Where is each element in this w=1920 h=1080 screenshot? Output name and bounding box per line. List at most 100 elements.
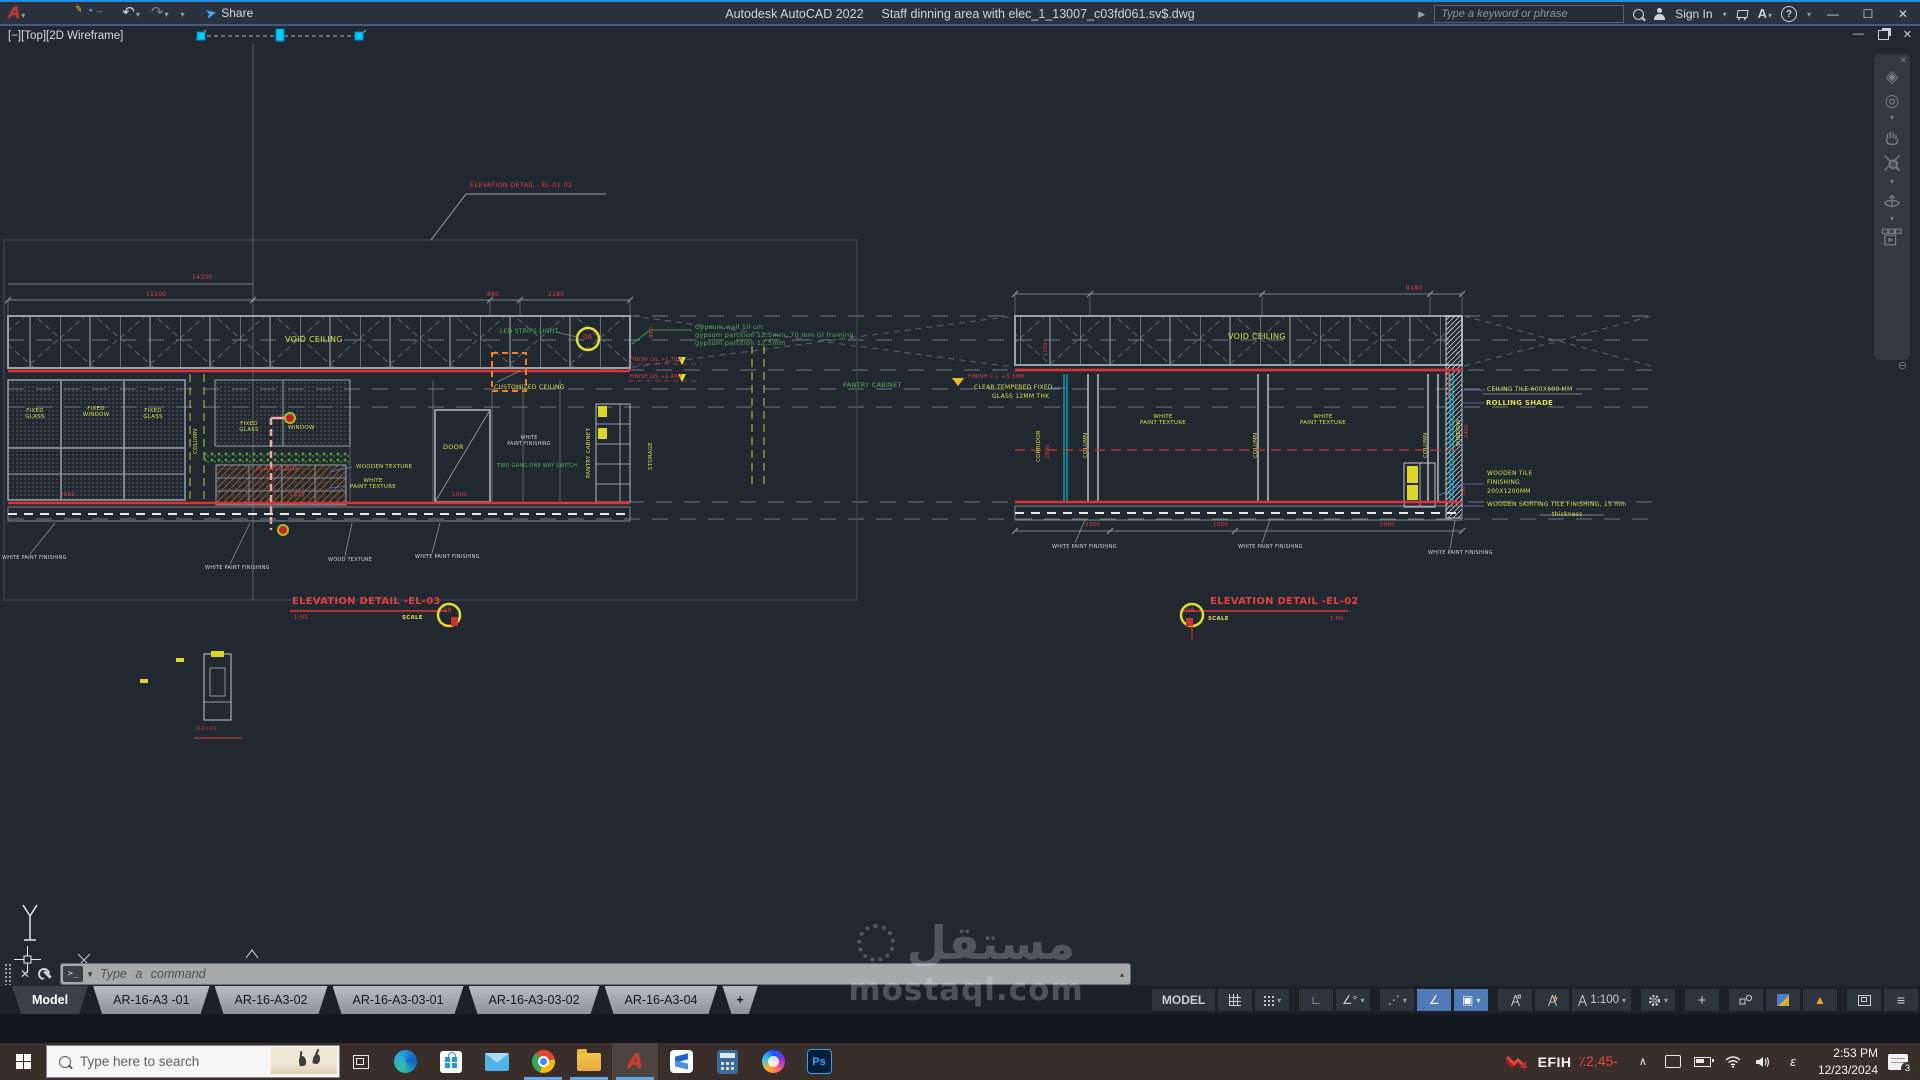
annotation-scale-button[interactable]: 1:100▾ [1572, 989, 1631, 1011]
qat-customize-button[interactable]: ▾ [179, 4, 184, 22]
search-icon[interactable] [1633, 9, 1644, 20]
undo-button[interactable]: ↶▾ [122, 4, 140, 22]
infocenter-arrow-icon[interactable]: ▶ [1418, 9, 1425, 20]
grid-icon [1229, 994, 1241, 1006]
graphics-performance-button[interactable]: ▲ [1803, 989, 1837, 1011]
taskbar-app-photoshop[interactable]: Ps [796, 1043, 842, 1080]
document-name: Staff dinning area with elec_1_13007_c03… [882, 7, 1195, 21]
orbit-caret-icon[interactable]: ▾ [1890, 217, 1894, 222]
annotation-monitor-button[interactable]: + [1685, 989, 1719, 1011]
annotation-visibility-button[interactable] [1498, 989, 1532, 1011]
command-customize-wrench-icon[interactable] [38, 968, 51, 981]
navbar-close-icon[interactable]: ✕ [1899, 55, 1907, 66]
photoshop-icon: Ps [807, 1049, 832, 1074]
hardware-acceleration-button[interactable] [1766, 989, 1800, 1011]
command-bar[interactable]: >_ ▼ Type a command ▴ [61, 964, 1130, 984]
polar-tracking-button[interactable]: ∠°▾ [1336, 989, 1370, 1011]
layout-tab-ar-16-a3-01[interactable]: AR-16-A3 -01 [93, 986, 209, 1014]
model-space-button[interactable]: MODEL [1152, 989, 1215, 1011]
annotation-autoscale-button[interactable] [1535, 989, 1569, 1011]
orbit-icon[interactable] [1882, 192, 1902, 210]
clean-screen-button[interactable] [1847, 989, 1881, 1011]
sign-in-button[interactable]: Sign In [1675, 7, 1712, 21]
otrack-button[interactable]: ∠ [1417, 989, 1451, 1011]
taskbar-app-file-explorer[interactable] [566, 1043, 612, 1080]
wifi-icon[interactable] [1721, 1056, 1745, 1068]
pan-hand-icon[interactable] [1882, 128, 1902, 146]
command-recent-caret-icon[interactable]: ▼ [86, 970, 94, 979]
taskbar-clock[interactable]: 2:53 PM 12/23/2024 [1808, 1045, 1888, 1077]
layout-tab-ar-16-a3-04[interactable]: AR-16-A3-04 [605, 986, 718, 1014]
grid-button[interactable] [1218, 989, 1252, 1011]
viewcube-icon[interactable]: ◈ [1885, 68, 1898, 85]
system-tray: EFIH ٪2,45- ∧ ε 2:53 PM 12/23/2024 3 [1495, 1043, 1920, 1080]
stock-change: ٪2,45- [1579, 1053, 1618, 1070]
showmotion-icon[interactable] [1881, 228, 1903, 246]
layout-tab-ar-16-a3-03-02[interactable]: AR-16-A3-03-02 [469, 986, 600, 1014]
layout-tab-ar-16-a3-02[interactable]: AR-16-A3-02 [215, 986, 328, 1014]
tray-expand-icon[interactable]: ∧ [1631, 1055, 1655, 1068]
drawing-canvas[interactable]: [−][Top][2D Wireframe] — ✕ [0, 26, 1920, 986]
help-button[interactable]: ? [1781, 6, 1797, 22]
taskbar-search-input[interactable]: Type here to search [46, 1045, 340, 1078]
autodesk-app-button[interactable]: A▾ [1758, 5, 1772, 23]
status-customization-button[interactable]: ≡ [1884, 989, 1918, 1011]
taskbar-app-copilot[interactable] [750, 1043, 796, 1080]
viewport-controls-label[interactable]: [−][Top][2D Wireframe] [8, 30, 123, 42]
taskbar-app-chrome[interactable] [520, 1043, 566, 1080]
annotation-visibility-icon [1510, 994, 1521, 1007]
command-prompt-icon[interactable]: >_ [63, 966, 83, 982]
taskbar-app-store[interactable] [428, 1043, 474, 1080]
doc-minimize-button[interactable]: — [1853, 28, 1864, 41]
stock-chart-icon [1505, 1053, 1531, 1071]
ortho-button[interactable]: ∟ [1299, 989, 1333, 1011]
app-menu-button[interactable]: A▾ [8, 3, 25, 23]
window-accent-border [0, 0, 1920, 2]
cart-icon[interactable] [1736, 9, 1749, 20]
command-close-icon[interactable]: ✕ [20, 967, 30, 981]
taskbar-app-autocad[interactable]: A [612, 1043, 658, 1080]
snap-button[interactable]: ▾ [1255, 989, 1289, 1011]
maximize-button[interactable]: ☐ [1855, 7, 1881, 21]
doc-restore-button[interactable] [1878, 30, 1889, 40]
navbar-minimize-icon[interactable]: ⊖ [1898, 359, 1907, 372]
command-grip-handle[interactable] [4, 963, 12, 985]
isodraft-button[interactable]: ⋰▾ [1380, 989, 1414, 1011]
taskbar-app-sketchup[interactable] [658, 1043, 704, 1080]
navigation-wheel-icon[interactable]: ◎ [1885, 92, 1900, 109]
doc-close-button[interactable]: ✕ [1903, 28, 1912, 41]
annotation-autoscale-icon [1547, 994, 1558, 1007]
zoom-icon[interactable] [1882, 153, 1902, 173]
taskbar-app-mail[interactable] [474, 1043, 520, 1080]
quick-access-toolbar: ✎ • → ↶▾ ↷▾ ▾ [45, 4, 184, 22]
tablet-mode-icon[interactable] [1661, 1055, 1685, 1068]
workspace-switching-button[interactable]: ▾ [1641, 989, 1675, 1011]
taskbar-app-edge[interactable] [382, 1043, 428, 1080]
taskbar-app-calculator[interactable] [704, 1043, 750, 1080]
osnap-button[interactable]: ▣▾ [1454, 989, 1488, 1011]
close-button[interactable]: ✕ [1890, 7, 1916, 21]
language-indicator[interactable]: ε [1781, 1054, 1805, 1069]
new-layout-tab[interactable]: + [722, 986, 757, 1014]
taskbar-search-icon [59, 1056, 71, 1068]
notification-center-icon[interactable]: 3 [1888, 1054, 1908, 1070]
zoom-caret-icon[interactable]: ▾ [1890, 180, 1894, 185]
minimize-button[interactable]: — [1820, 7, 1846, 21]
layout-tab-model[interactable]: Model [12, 986, 88, 1014]
wheel-caret-icon[interactable]: ▾ [1890, 116, 1894, 121]
isolate-objects-button[interactable] [1729, 989, 1763, 1011]
search-input[interactable]: Type a keyword or phrase [1434, 5, 1624, 23]
volume-icon[interactable] [1751, 1056, 1775, 1068]
battery-icon[interactable] [1691, 1057, 1715, 1067]
search-highlight-image[interactable] [271, 1047, 337, 1074]
start-button[interactable] [0, 1043, 46, 1080]
task-view-button[interactable] [340, 1043, 382, 1080]
command-collapse-icon[interactable]: ▴ [1120, 970, 1124, 979]
stock-widget[interactable]: EFIH ٪2,45- [1495, 1053, 1628, 1071]
share-button[interactable]: ➤ Share [205, 5, 254, 22]
store-icon [440, 1051, 462, 1073]
layout-tab-ar-16-a3-03-01[interactable]: AR-16-A3-03-01 [333, 986, 464, 1014]
command-input[interactable]: Type a command [100, 967, 206, 981]
redo-button[interactable]: ↷▾ [151, 4, 169, 22]
sign-in-caret-icon[interactable]: ▾ [1723, 10, 1727, 19]
